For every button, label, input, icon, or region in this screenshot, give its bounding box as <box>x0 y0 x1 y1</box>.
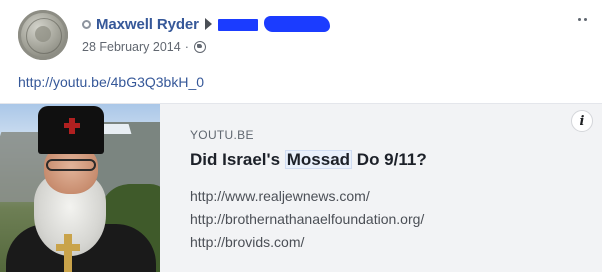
redaction-mark <box>217 18 258 31</box>
thumbnail-glasses <box>46 159 96 171</box>
card-description: http://www.realjewnews.com/ http://broth… <box>190 185 424 254</box>
post-header: Maxwell Ryder <box>82 14 330 34</box>
author-name[interactable]: Maxwell Ryder <box>96 16 199 33</box>
card-title-text: Do 9/11? <box>352 150 427 169</box>
info-icon[interactable]: i <box>571 110 593 132</box>
redaction-mark <box>263 15 330 32</box>
more-options-icon[interactable] <box>578 18 592 22</box>
thumbnail-hat-cross <box>64 123 80 128</box>
avatar[interactable] <box>18 10 68 60</box>
card-domain: YOUTU.BE <box>190 128 254 142</box>
redacted-scribble <box>217 15 330 33</box>
globe-icon[interactable] <box>193 41 206 53</box>
post-date[interactable]: 28 February 2014 <box>82 40 181 54</box>
triangle-right-icon <box>204 18 212 30</box>
description-line: http://brothernathanaelfoundation.org/ <box>190 211 425 227</box>
description-line: http://brovids.com/ <box>190 234 305 250</box>
thumbnail-pectoral-cross <box>56 244 80 251</box>
meta-separator: · <box>184 40 189 54</box>
link-preview-card[interactable]: i YOUTU.BE Did Israel's Mossad Do 9/11? … <box>0 103 602 272</box>
post-link[interactable]: http://youtu.be/4bG3Q3bkH_0 <box>18 74 204 90</box>
card-title[interactable]: Did Israel's Mossad Do 9/11? <box>190 150 427 170</box>
status-dot-icon <box>82 19 91 29</box>
card-title-highlight: Mossad <box>284 150 353 169</box>
avatar-coin-emblem <box>35 26 51 42</box>
more-dot <box>578 18 581 21</box>
more-dot <box>584 18 587 21</box>
post-meta: 28 February 2014 · <box>82 39 206 55</box>
post: Maxwell Ryder 28 February 2014 · http://… <box>0 0 602 272</box>
card-title-text: Did Israel's <box>190 150 285 169</box>
thumbnail-pectoral-cross <box>64 234 72 272</box>
link-thumbnail[interactable] <box>0 104 160 272</box>
description-line: http://www.realjewnews.com/ <box>190 188 370 204</box>
